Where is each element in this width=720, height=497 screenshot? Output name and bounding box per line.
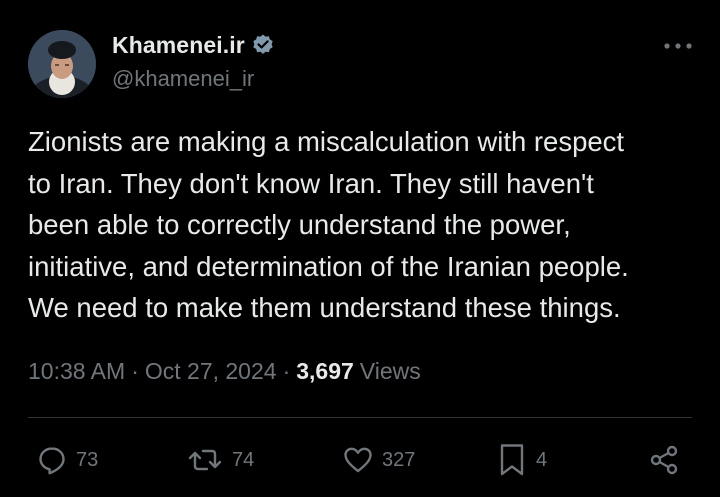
display-name[interactable]: Khamenei.ir	[112, 32, 245, 59]
like-button[interactable]: 327	[342, 438, 415, 482]
reply-count: 73	[76, 448, 99, 471]
tweet-meta: 10:38 AM · Oct 27, 2024 · 3,697 Views	[28, 358, 421, 385]
tweet-time[interactable]: 10:38 AM	[28, 358, 125, 385]
bookmark-button[interactable]: 4	[496, 438, 547, 482]
repost-icon	[186, 444, 224, 476]
like-count: 327	[382, 448, 416, 471]
views-label: Views	[359, 358, 421, 384]
share-button[interactable]	[648, 438, 680, 482]
more-horizontal-icon[interactable]	[660, 34, 696, 58]
tweet-header: Khamenei.ir @khamenei_ir	[112, 30, 275, 92]
verified-badge-icon	[251, 33, 275, 57]
meta-separator: ·	[282, 358, 291, 384]
tweet-text: Zionists are making a miscalculation wit…	[28, 126, 629, 323]
bookmark-icon	[496, 442, 528, 478]
handle[interactable]: @khamenei_ir	[112, 66, 275, 92]
heart-icon	[342, 444, 374, 476]
reply-bubble-icon	[36, 444, 68, 476]
name-row: Khamenei.ir	[112, 30, 275, 60]
views-count[interactable]: 3,697	[296, 358, 354, 385]
action-bar: 73 74 327 4	[0, 438, 720, 482]
repost-button[interactable]: 74	[186, 438, 254, 482]
repost-count: 74	[232, 448, 255, 471]
bookmark-count: 4	[536, 448, 548, 471]
share-icon	[648, 444, 680, 476]
meta-separator: ·	[131, 358, 139, 384]
tweet-date[interactable]: Oct 27, 2024	[145, 358, 277, 385]
divider	[28, 417, 692, 418]
tweet-card: Khamenei.ir @khamenei_ir Zionists are ma…	[0, 0, 720, 497]
reply-button[interactable]: 73	[36, 438, 98, 482]
avatar[interactable]	[28, 30, 96, 98]
